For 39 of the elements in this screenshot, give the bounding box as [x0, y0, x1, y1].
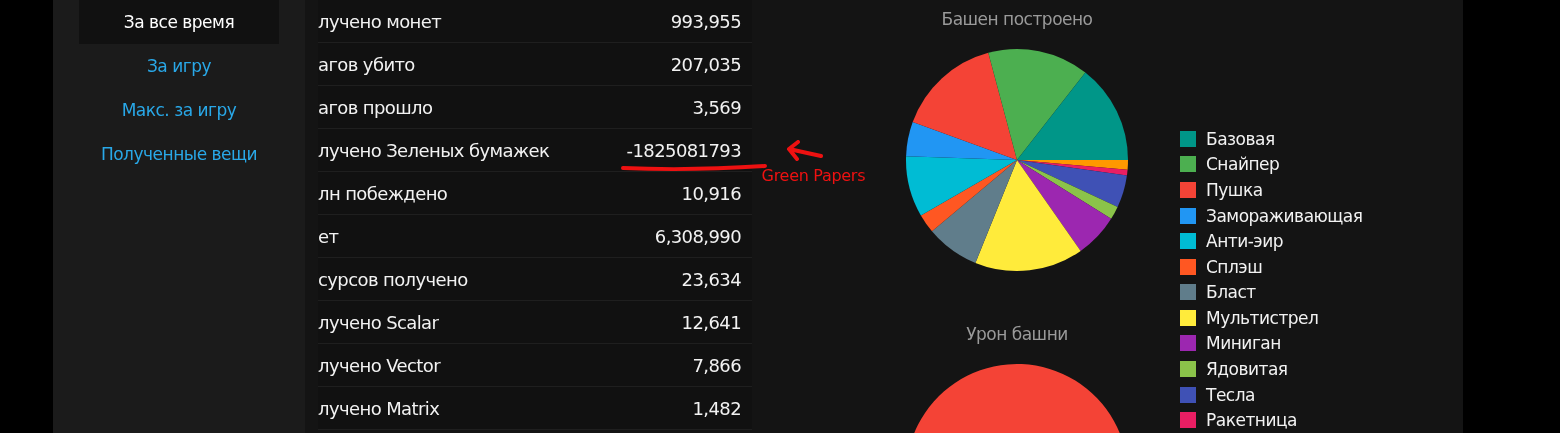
- stat-label: лучено Matrix: [318, 397, 440, 419]
- stat-label: лучено Scalar: [318, 311, 439, 333]
- legend-label: Тесла: [1206, 384, 1255, 405]
- sidebar-tab[interactable]: За все время: [79, 0, 279, 44]
- legend-label: Базовая: [1206, 128, 1275, 149]
- sidebar-tab[interactable]: Макс. за игру: [79, 88, 279, 132]
- legend-label: Снайпер: [1206, 154, 1280, 175]
- stat-label: агов прошло: [318, 96, 433, 118]
- stat-label: сурсов получено: [318, 268, 468, 290]
- stat-label: лучено монет: [318, 10, 442, 32]
- stat-value: 12,641: [681, 311, 741, 333]
- legend-label: Анти-эир: [1206, 231, 1283, 252]
- stat-label: лучено Зеленых бумажек: [318, 139, 550, 161]
- sidebar-tab[interactable]: Полученные вещи: [79, 132, 279, 176]
- stat-value: 23,634: [681, 268, 741, 290]
- legend-label: Ядовитая: [1206, 359, 1288, 379]
- stat-value: 3,569: [692, 96, 741, 118]
- annotation-text: Green Papers: [761, 165, 866, 185]
- legend-label: Сплэш: [1206, 256, 1263, 277]
- stat-value: 1,482: [692, 397, 741, 419]
- chart-title: Урон башни: [966, 324, 1068, 344]
- legend-label: Бласт: [1206, 282, 1256, 303]
- chart-title: Башен построено: [941, 9, 1093, 29]
- sidebar-tab[interactable]: За игру: [79, 44, 279, 88]
- stat-label: лн побеждено: [318, 182, 448, 204]
- stat-label: лучено Vector: [318, 354, 440, 376]
- legend-label: Миниган: [1206, 333, 1281, 354]
- stat-value: 7,866: [692, 354, 741, 376]
- stat-label: агов убито: [318, 53, 415, 75]
- legend-label: Пушка: [1206, 179, 1263, 200]
- stat-value: 993,955: [670, 10, 741, 32]
- stat-label: ет: [318, 225, 339, 247]
- stat-value: 207,035: [670, 53, 741, 75]
- legend-label: Замораживающая: [1206, 205, 1363, 226]
- arrow-icon: [784, 139, 825, 164]
- stat-value: 10,916: [681, 182, 741, 204]
- legend-label: Мультистрел: [1206, 307, 1319, 328]
- legend-label: Ракетница: [1206, 410, 1297, 431]
- stat-value: 6,308,990: [654, 225, 741, 247]
